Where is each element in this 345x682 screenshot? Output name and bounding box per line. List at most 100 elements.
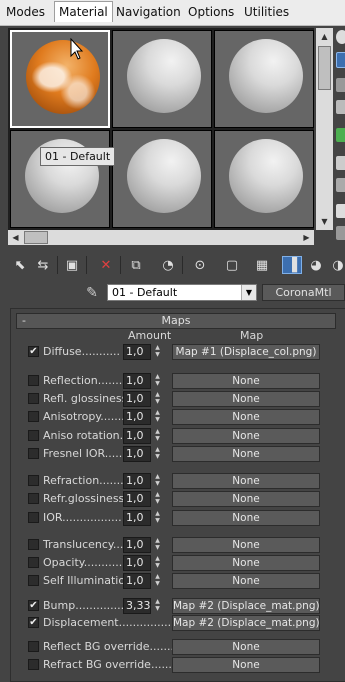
map-button[interactable]: None [172,373,320,389]
menu-material[interactable]: Material [54,1,113,22]
menu-options[interactable]: Options [184,2,238,22]
go-to-parent-icon[interactable]: ▐ [282,256,302,274]
map-button[interactable]: None [172,555,320,571]
map-button[interactable]: None [172,491,320,507]
map-button[interactable]: Map #1 (Displace_col.png) [172,344,320,360]
amount-spinner[interactable]: ▲ ▼ [152,491,163,507]
options-icon[interactable] [336,178,345,192]
amount-field[interactable]: 1,0 [123,428,151,444]
make-unique-icon[interactable]: ⧉ [126,256,146,274]
show-end-result-icon[interactable]: ▦ [252,256,272,274]
enable-checkbox[interactable]: ✔ [28,346,39,357]
map-button[interactable]: None [172,391,320,407]
menu-utilities[interactable]: Utilities [240,2,293,22]
amount-field[interactable]: 1,0 [123,409,151,425]
scroll-left-arrow-icon[interactable]: ◀ [8,230,23,245]
amount-spinner[interactable]: ▲ ▼ [152,537,163,553]
material-map-navigator-icon[interactable] [336,226,345,240]
map-button[interactable]: None [172,473,320,489]
sample-slots-vertical-scrollbar[interactable]: ▲ ▼ [316,28,333,230]
go-forward-to-sibling-icon[interactable]: ◕ [306,256,326,274]
enable-checkbox[interactable] [28,475,39,486]
map-button[interactable]: None [172,657,320,673]
map-button[interactable]: None [172,639,320,655]
assign-to-selection-icon[interactable]: ▣ [62,256,82,274]
amount-field[interactable]: 1,0 [123,473,151,489]
enable-checkbox[interactable] [28,430,39,441]
enable-checkbox[interactable] [28,575,39,586]
map-button[interactable]: None [172,428,320,444]
amount-spinner[interactable]: ▲ ▼ [152,446,163,462]
scroll-thumb[interactable] [318,46,331,90]
sample-slot-6[interactable] [214,130,314,228]
select-by-material-icon[interactable] [336,204,345,218]
show-shaded-material-icon[interactable]: ▢ [222,256,242,274]
menu-modes[interactable]: Modes [2,2,49,22]
chevron-down-icon[interactable]: ▼ [241,285,256,300]
get-material-icon[interactable]: ⬉ [10,256,30,274]
put-to-scene-icon[interactable]: ⇆ [33,256,53,274]
enable-checkbox[interactable] [28,375,39,386]
video-color-check-icon[interactable] [336,128,345,142]
map-button[interactable]: None [172,510,320,526]
enable-checkbox[interactable] [28,512,39,523]
enable-checkbox[interactable] [28,539,39,550]
enable-checkbox[interactable] [28,493,39,504]
sample-type-icon[interactable] [336,30,345,44]
menu-navigation[interactable]: Navigation [112,2,185,22]
amount-spinner[interactable]: ▲ ▼ [152,373,163,389]
amount-spinner[interactable]: ▲ ▼ [152,428,163,444]
maps-rollout-header[interactable]: - Maps [16,313,336,329]
sample-slot-4[interactable] [10,130,110,228]
backlight-icon[interactable] [336,52,345,68]
make-preview-icon[interactable] [336,156,345,170]
amount-spinner[interactable]: ▲ ▼ [152,598,163,614]
amount-field[interactable]: 1,0 [123,391,151,407]
reset-map-icon[interactable]: ✕ [96,256,116,274]
amount-spinner[interactable]: ▲ ▼ [152,409,163,425]
map-button[interactable]: None [172,537,320,553]
sample-slot-1[interactable] [10,30,110,128]
enable-checkbox[interactable] [28,393,39,404]
material-options-icon[interactable]: ◑ [328,256,345,274]
map-button[interactable]: Map #2 (Displace_mat.png) [172,615,320,631]
amount-spinner[interactable]: ▲ ▼ [152,510,163,526]
scroll-up-arrow-icon[interactable]: ▲ [316,28,333,45]
amount-spinner[interactable]: ▲ ▼ [152,473,163,489]
amount-field[interactable]: 1,0 [123,446,151,462]
enable-checkbox[interactable] [28,557,39,568]
amount-spinner[interactable]: ▲ ▼ [152,555,163,571]
enable-checkbox[interactable] [28,641,39,652]
material-name-dropdown[interactable]: 01 - Default ▼ [107,284,257,301]
amount-field[interactable]: 3,33 [123,598,151,614]
sample-slot-2[interactable] [112,30,212,128]
map-button[interactable]: None [172,446,320,462]
enable-checkbox[interactable]: ✔ [28,617,39,628]
amount-spinner[interactable]: ▲ ▼ [152,391,163,407]
scroll-right-arrow-icon[interactable]: ▶ [299,230,314,245]
amount-field[interactable]: 1,0 [123,373,151,389]
amount-field[interactable]: 1,0 [123,491,151,507]
put-to-library-icon[interactable]: ◔ [158,256,178,274]
enable-checkbox[interactable] [28,411,39,422]
sample-slot-5[interactable] [112,130,212,228]
sample-uv-tiling-icon[interactable] [336,100,345,114]
map-button[interactable]: Map #2 (Displace_mat.png) [172,598,320,614]
enable-checkbox[interactable]: ✔ [28,600,39,611]
amount-field[interactable]: 1,0 [123,573,151,589]
sample-slot-3[interactable] [214,30,314,128]
enable-checkbox[interactable] [28,448,39,459]
amount-spinner[interactable]: ▲ ▼ [152,344,163,360]
map-button[interactable]: None [172,573,320,589]
map-button[interactable]: None [172,409,320,425]
background-icon[interactable] [336,78,345,92]
material-type-button[interactable]: CoronaMtl [262,284,345,301]
amount-field[interactable]: 1,0 [123,510,151,526]
scroll-thumb[interactable] [24,231,48,244]
pick-material-eyedropper-icon[interactable]: ✎ [82,283,102,303]
scroll-down-arrow-icon[interactable]: ▼ [316,213,333,230]
amount-field[interactable]: 1,0 [123,537,151,553]
amount-spinner[interactable]: ▲ ▼ [152,573,163,589]
sample-slots-horizontal-scrollbar[interactable]: ◀ ▶ [8,230,314,245]
amount-field[interactable]: 1,0 [123,344,151,360]
